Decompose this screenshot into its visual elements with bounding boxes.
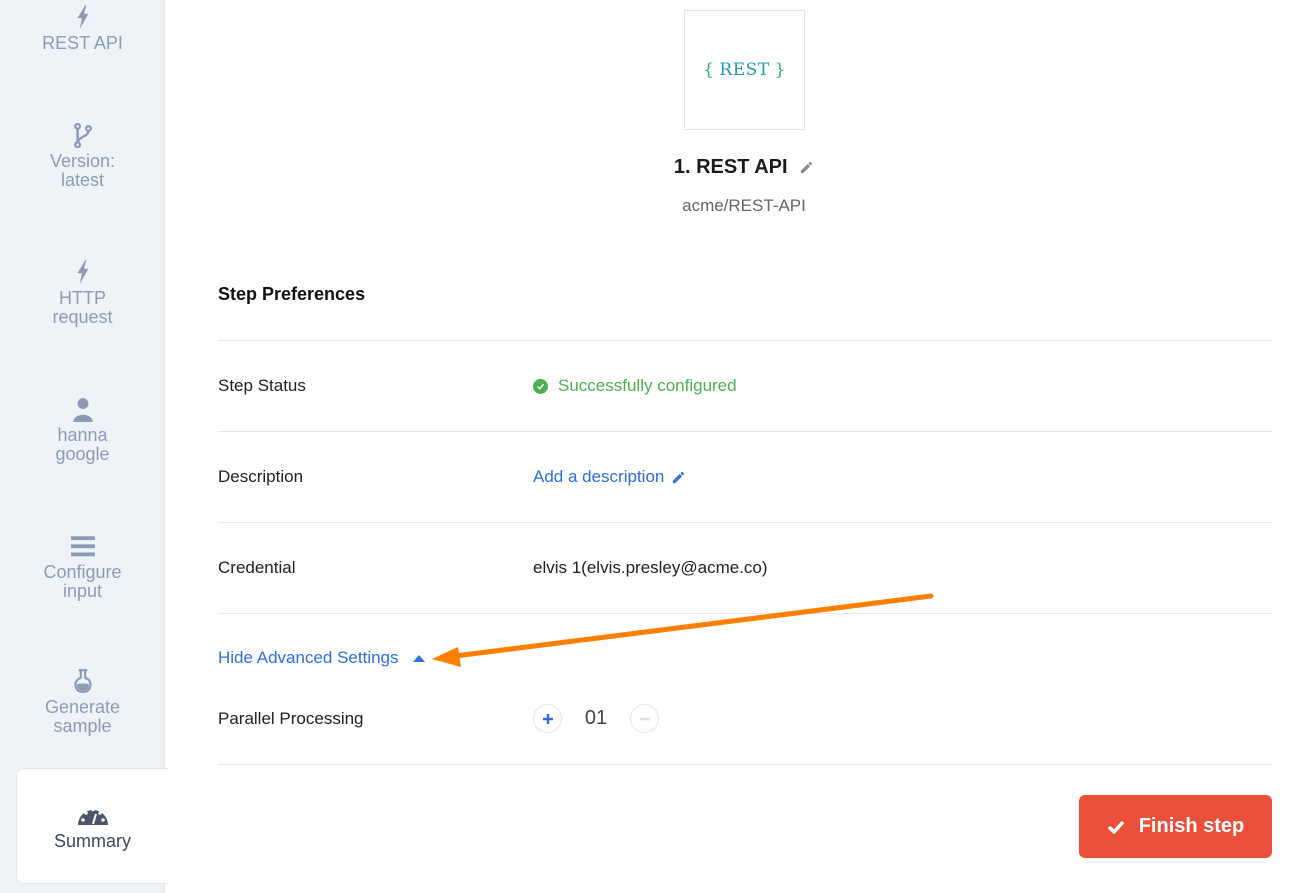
logo-word: REST — [719, 60, 770, 80]
finish-step-label: Finish step — [1138, 815, 1245, 837]
sidebar-item-generate-sample[interactable]: Generate sample — [0, 668, 165, 736]
sidebar-item-label: HTTP — [59, 288, 106, 308]
parallel-processing-label: Parallel Processing — [218, 709, 364, 728]
minus-icon — [639, 717, 650, 720]
divider — [218, 431, 1272, 432]
git-branch-icon — [73, 122, 92, 148]
sidebar-item-label: Version: — [49, 151, 116, 171]
logo-brace-open: { — [703, 60, 715, 80]
hide-advanced-settings-toggle[interactable]: Hide Advanced Settings — [218, 648, 425, 668]
sidebar-item-version[interactable]: Version: latest — [0, 122, 165, 190]
sidebar-item-summary[interactable]: Summary — [16, 768, 168, 884]
add-description-link[interactable]: Add a description — [533, 467, 686, 487]
credential-label: Credential — [218, 558, 296, 577]
description-label: Description — [218, 467, 304, 486]
checkmark-icon — [1107, 820, 1125, 834]
step-status-label: Step Status — [218, 376, 306, 395]
hide-advanced-settings-text: Hide Advanced Settings — [218, 648, 399, 667]
menu-lines-icon — [70, 536, 95, 557]
divider — [218, 340, 1272, 341]
logo-brace-close: } — [774, 60, 786, 80]
step-title: 1. REST API — [166, 156, 1302, 179]
sidebar-item-label: sample — [53, 716, 112, 736]
user-icon — [72, 398, 93, 422]
sidebar-item-rest-api[interactable]: REST API — [0, 4, 165, 53]
sidebar-item-label: REST API — [42, 33, 123, 53]
dashboard-gauge-icon — [77, 807, 108, 825]
sidebar-item-label: Summary — [53, 831, 131, 851]
flask-icon — [73, 669, 92, 693]
finish-step-button[interactable]: Finish step — [1079, 795, 1272, 858]
edit-pencil-icon[interactable] — [799, 160, 814, 175]
step-status-text: Successfully configured — [558, 376, 737, 395]
parallel-processing-value: 01 — [584, 707, 608, 729]
sidebar: REST API Version: latest HTTP request ha… — [0, 0, 168, 893]
sidebar-item-label: input — [62, 581, 103, 601]
section-title: Step Preferences — [218, 284, 366, 304]
add-description-text: Add a description — [533, 467, 665, 486]
sidebar-item-label: Configure — [43, 562, 122, 582]
lightning-icon — [77, 5, 88, 29]
sidebar-item-configure-input[interactable]: Configure input — [0, 533, 165, 601]
credential-value: elvis 1(elvis.presley@acme.co) — [533, 558, 768, 577]
plus-icon — [542, 713, 553, 724]
divider — [218, 764, 1272, 765]
increment-button[interactable] — [533, 704, 562, 733]
divider — [218, 522, 1272, 523]
sidebar-item-account[interactable]: hanna google — [0, 396, 165, 464]
sidebar-item-label: google — [55, 444, 110, 464]
step-title-text: 1. REST API — [673, 156, 788, 178]
sidebar-item-label: request — [52, 307, 113, 327]
lightning-icon — [77, 260, 88, 284]
edit-pencil-icon — [673, 471, 685, 483]
main-content: { REST } 1. REST API acme/REST-API Step … — [166, 0, 1302, 893]
parallel-processing-stepper: 01 — [533, 704, 659, 733]
decrement-button[interactable] — [630, 704, 659, 733]
step-subtitle: acme/REST-API — [682, 196, 806, 215]
sidebar-item-label: Generate — [44, 697, 121, 717]
check-circle-icon — [533, 378, 548, 394]
sidebar-item-label: hanna — [57, 425, 108, 445]
sidebar-item-http-request[interactable]: HTTP request — [0, 259, 165, 327]
sidebar-item-label: latest — [60, 170, 105, 190]
divider — [218, 613, 1272, 614]
caret-up-icon — [412, 654, 425, 662]
step-status-badge: Successfully configured — [533, 376, 737, 396]
app-logo: { REST } — [684, 10, 805, 130]
